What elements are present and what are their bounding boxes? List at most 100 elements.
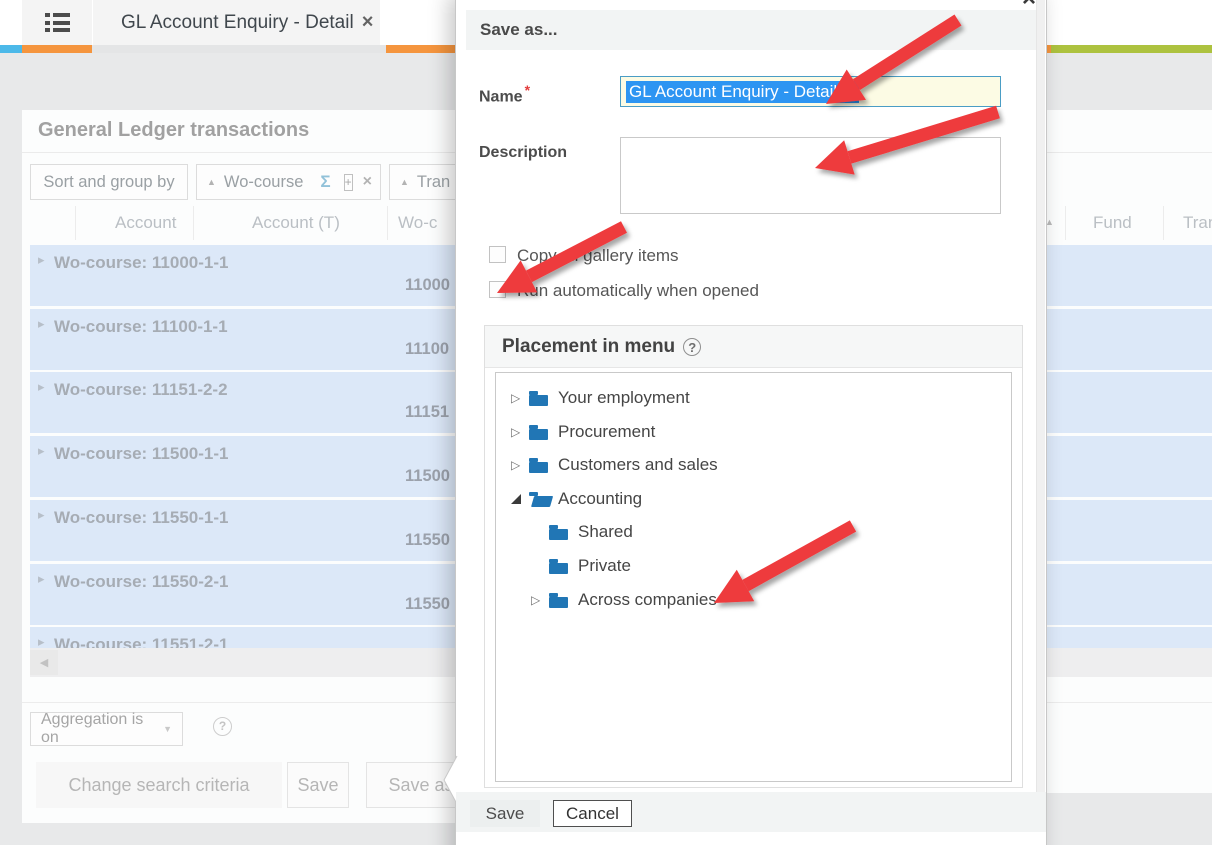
description-label: Description <box>479 144 567 162</box>
page-title: General Ledger transactions <box>38 119 309 142</box>
chip-label: Tran <box>417 173 450 192</box>
row-expand-icon[interactable]: ▸ <box>38 634 45 648</box>
tree-item-label: Procurement <box>558 422 655 442</box>
tree-item-label: Across companies <box>578 590 717 610</box>
row-expand-icon[interactable]: ▸ <box>38 379 45 395</box>
tree-item[interactable]: ▷ Your employment <box>496 382 1007 414</box>
tree-caret-icon[interactable]: ▷ <box>511 391 529 405</box>
column-separator <box>193 206 194 240</box>
brand-strip-orange <box>22 45 92 53</box>
folder-icon <box>549 525 569 540</box>
tree-item[interactable]: Accounting <box>496 483 1007 515</box>
menu-button[interactable] <box>22 0 92 45</box>
column-separator <box>1163 206 1164 240</box>
aggregation-dropdown[interactable]: Aggregation is on ▼ <box>30 712 183 746</box>
folder-icon <box>529 492 549 507</box>
row-account-value: 11500 <box>405 467 450 486</box>
help-icon[interactable]: ? <box>213 717 232 736</box>
required-icon: * <box>525 82 530 98</box>
column-separator <box>1065 206 1066 240</box>
run-automatically-checkbox[interactable] <box>489 281 506 298</box>
column-separator <box>387 206 388 240</box>
folder-icon <box>529 391 549 406</box>
name-label: Name* <box>479 82 530 106</box>
tree-item[interactable]: ▷ Procurement <box>496 416 1007 448</box>
scroll-left-button[interactable]: ◀ <box>30 650 58 675</box>
row-account-value: 11550 <box>405 531 450 550</box>
brand-strip-gap <box>92 45 386 53</box>
placement-in-menu-group: Placement in menu ? ▷ Your employment ▷ … <box>484 325 1023 788</box>
add-column-icon[interactable]: + <box>344 174 353 191</box>
sort-and-group-button[interactable]: Sort and group by <box>30 164 188 200</box>
dialog-close-icon[interactable]: × <box>1022 0 1036 8</box>
dialog-title: Save as... <box>480 20 558 40</box>
tab-title: GL Account Enquiry - Detail <box>121 12 354 34</box>
sum-icon[interactable]: Σ <box>320 172 330 192</box>
dialog-header: Save as... <box>466 10 1036 50</box>
name-input[interactable]: GL Account Enquiry - Detail_1 <box>620 76 1001 107</box>
sort-asc-icon: ▲ <box>207 177 216 187</box>
brand-strip-blue <box>0 45 22 53</box>
folder-icon <box>529 458 549 473</box>
copy-gallery-checkbox[interactable] <box>489 246 506 263</box>
tab-gl-account-enquiry[interactable]: GL Account Enquiry - Detail × <box>93 0 380 45</box>
tree-item-label: Customers and sales <box>558 455 718 475</box>
description-input[interactable] <box>620 137 1001 214</box>
tree-item-label: Private <box>578 556 631 576</box>
column-header-account[interactable]: Account <box>115 203 176 243</box>
column-header-account-t[interactable]: Account (T) <box>252 203 340 243</box>
save-as-dialog: × Save as... Name* GL Account Enquiry - … <box>455 0 1047 845</box>
tree-item[interactable]: Private <box>496 550 1007 582</box>
placement-header: Placement in menu ? <box>485 326 1022 368</box>
change-search-criteria-button[interactable]: Change search criteria <box>36 762 282 808</box>
help-icon[interactable]: ? <box>683 338 701 356</box>
row-group-label: Wo-course: 11550-2-1 <box>54 572 228 592</box>
remove-chip-icon[interactable]: × <box>363 173 372 191</box>
chevron-down-icon: ▼ <box>163 724 172 734</box>
row-expand-icon[interactable]: ▸ <box>38 252 45 268</box>
tree-item[interactable]: ▷ Across companies <box>496 584 1007 616</box>
dialog-save-button[interactable]: Save <box>470 800 540 827</box>
row-expand-icon[interactable]: ▸ <box>38 316 45 332</box>
tree-caret-icon[interactable]: ▷ <box>531 593 549 607</box>
group-chip-wo-course[interactable]: ▲ Wo-course Σ + × <box>196 164 381 200</box>
row-group-label: Wo-course: 11000-1-1 <box>54 253 228 273</box>
tree-item[interactable]: Shared <box>496 516 1007 548</box>
folder-icon <box>549 559 569 574</box>
column-header-wo-course[interactable]: Wo-c <box>398 203 437 243</box>
row-expand-icon[interactable]: ▸ <box>38 443 45 459</box>
row-account-value: 11000 <box>405 276 450 295</box>
row-group-label: Wo-course: 11551-2-1 <box>54 635 228 648</box>
run-automatically-label[interactable]: Run automatically when opened <box>517 281 759 301</box>
tab-close-icon[interactable]: × <box>362 11 374 34</box>
row-account-value: 11100 <box>405 340 449 359</box>
row-expand-icon[interactable]: ▸ <box>38 571 45 587</box>
app-window: GL Account Enquiry - Detail × General Le… <box>0 0 1212 845</box>
dialog-scrollbar[interactable] <box>1036 0 1045 792</box>
placement-title: Placement in menu <box>502 336 675 358</box>
placement-tree: ▷ Your employment ▷ Procurement ▷ Custom… <box>495 372 1012 782</box>
column-header-trans[interactable]: Trans <box>1183 203 1212 243</box>
menu-list-icon <box>45 13 70 32</box>
column-header-fund[interactable]: Fund <box>1093 203 1132 243</box>
sort-asc-icon: ▲ <box>400 177 409 187</box>
row-account-value: 11151 <box>405 403 449 422</box>
dialog-footer: Save Cancel <box>456 792 1046 832</box>
tree-item-label: Accounting <box>558 489 642 509</box>
tree-item[interactable]: ▷ Customers and sales <box>496 449 1007 481</box>
tree-caret-icon[interactable]: ▷ <box>511 458 529 472</box>
tree-caret-icon[interactable]: ▷ <box>511 425 529 439</box>
folder-icon <box>549 593 569 608</box>
row-group-label: Wo-course: 11500-1-1 <box>54 444 228 464</box>
row-expand-icon[interactable]: ▸ <box>38 507 45 523</box>
copy-gallery-label[interactable]: Copy all gallery items <box>517 246 679 266</box>
tree-item-label: Your employment <box>558 388 690 408</box>
column-separator <box>75 206 76 240</box>
page-save-button[interactable]: Save <box>287 762 349 808</box>
chip-label: Wo-course <box>224 173 303 192</box>
tree-caret-icon[interactable] <box>511 494 529 504</box>
brand-strip-green <box>1051 45 1212 53</box>
row-group-label: Wo-course: 11151-2-2 <box>54 380 228 400</box>
dialog-cancel-button[interactable]: Cancel <box>553 800 632 827</box>
folder-icon <box>529 425 549 440</box>
